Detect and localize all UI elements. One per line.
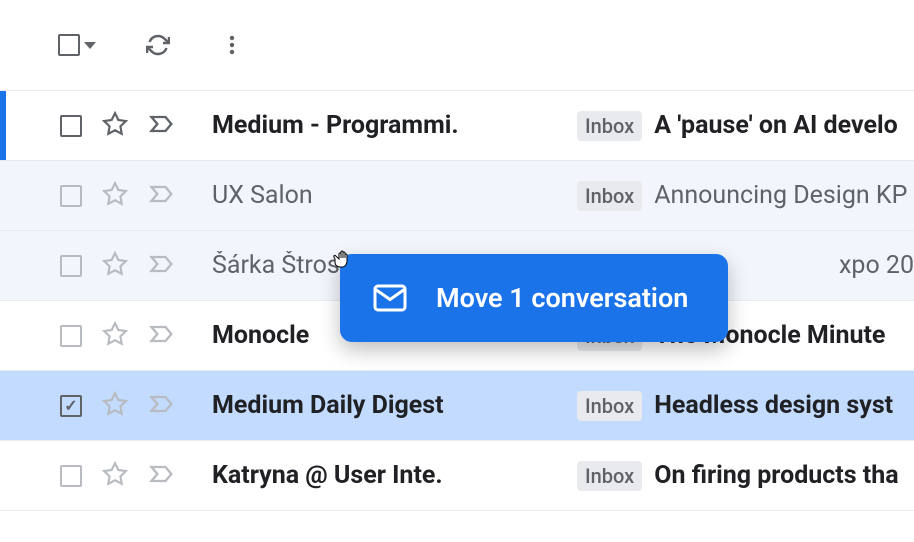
subject: A 'pause' on AI develo: [654, 111, 897, 140]
row-controls: [60, 110, 212, 142]
inbox-label[interactable]: Inbox: [577, 111, 642, 141]
star-icon[interactable]: [102, 251, 128, 281]
important-icon[interactable]: [148, 110, 176, 142]
subject: xpo 20: [839, 251, 914, 280]
select-all-control[interactable]: [58, 34, 96, 56]
row-controls: [60, 390, 212, 422]
important-icon[interactable]: [148, 250, 176, 282]
inbox-label[interactable]: Inbox: [577, 461, 642, 491]
more-button[interactable]: [220, 33, 244, 57]
important-icon[interactable]: [148, 320, 176, 352]
sender: Medium - Programmi.: [212, 111, 577, 140]
email-row[interactable]: Medium Daily Digest Inbox Headless desig…: [0, 371, 914, 441]
email-row[interactable]: Katryna @ User Inte. Inbox On firing pro…: [0, 441, 914, 511]
inbox-label[interactable]: Inbox: [577, 391, 642, 421]
more-vertical-icon: [220, 33, 244, 57]
drag-tooltip-text: Move 1 conversation: [436, 282, 688, 314]
star-icon[interactable]: [102, 111, 128, 141]
important-icon[interactable]: [148, 180, 176, 212]
star-icon[interactable]: [102, 391, 128, 421]
sender: Katryna @ User Inte.: [212, 461, 577, 490]
important-icon[interactable]: [148, 460, 176, 492]
row-controls: [60, 250, 212, 282]
refresh-button[interactable]: [146, 33, 170, 57]
subject: On firing products tha: [654, 461, 898, 490]
sender: Medium Daily Digest: [212, 391, 577, 420]
inbox-label[interactable]: Inbox: [577, 181, 642, 211]
row-checkbox[interactable]: [60, 395, 82, 417]
email-row[interactable]: UX Salon Inbox Announcing Design KP: [0, 161, 914, 231]
row-checkbox[interactable]: [60, 185, 82, 207]
star-icon[interactable]: [102, 461, 128, 491]
row-controls: [60, 180, 212, 212]
row-checkbox[interactable]: [60, 255, 82, 277]
star-icon[interactable]: [102, 181, 128, 211]
toolbar: [0, 0, 914, 90]
grab-cursor-icon: [331, 247, 355, 277]
subject: Announcing Design KP: [654, 181, 907, 210]
row-checkbox[interactable]: [60, 465, 82, 487]
refresh-icon: [146, 32, 170, 58]
drag-tooltip: Move 1 conversation: [340, 254, 728, 342]
important-icon[interactable]: [148, 390, 176, 422]
row-controls: [60, 460, 212, 492]
row-checkbox[interactable]: [60, 325, 82, 347]
chevron-down-icon[interactable]: [84, 42, 96, 49]
row-controls: [60, 320, 212, 352]
star-icon[interactable]: [102, 321, 128, 351]
email-row[interactable]: Medium - Programmi. Inbox A 'pause' on A…: [0, 91, 914, 161]
select-all-checkbox[interactable]: [58, 34, 80, 56]
sender: UX Salon: [212, 181, 577, 210]
envelope-icon: [372, 280, 408, 316]
subject: Headless design syst: [654, 391, 893, 420]
row-checkbox[interactable]: [60, 115, 82, 137]
